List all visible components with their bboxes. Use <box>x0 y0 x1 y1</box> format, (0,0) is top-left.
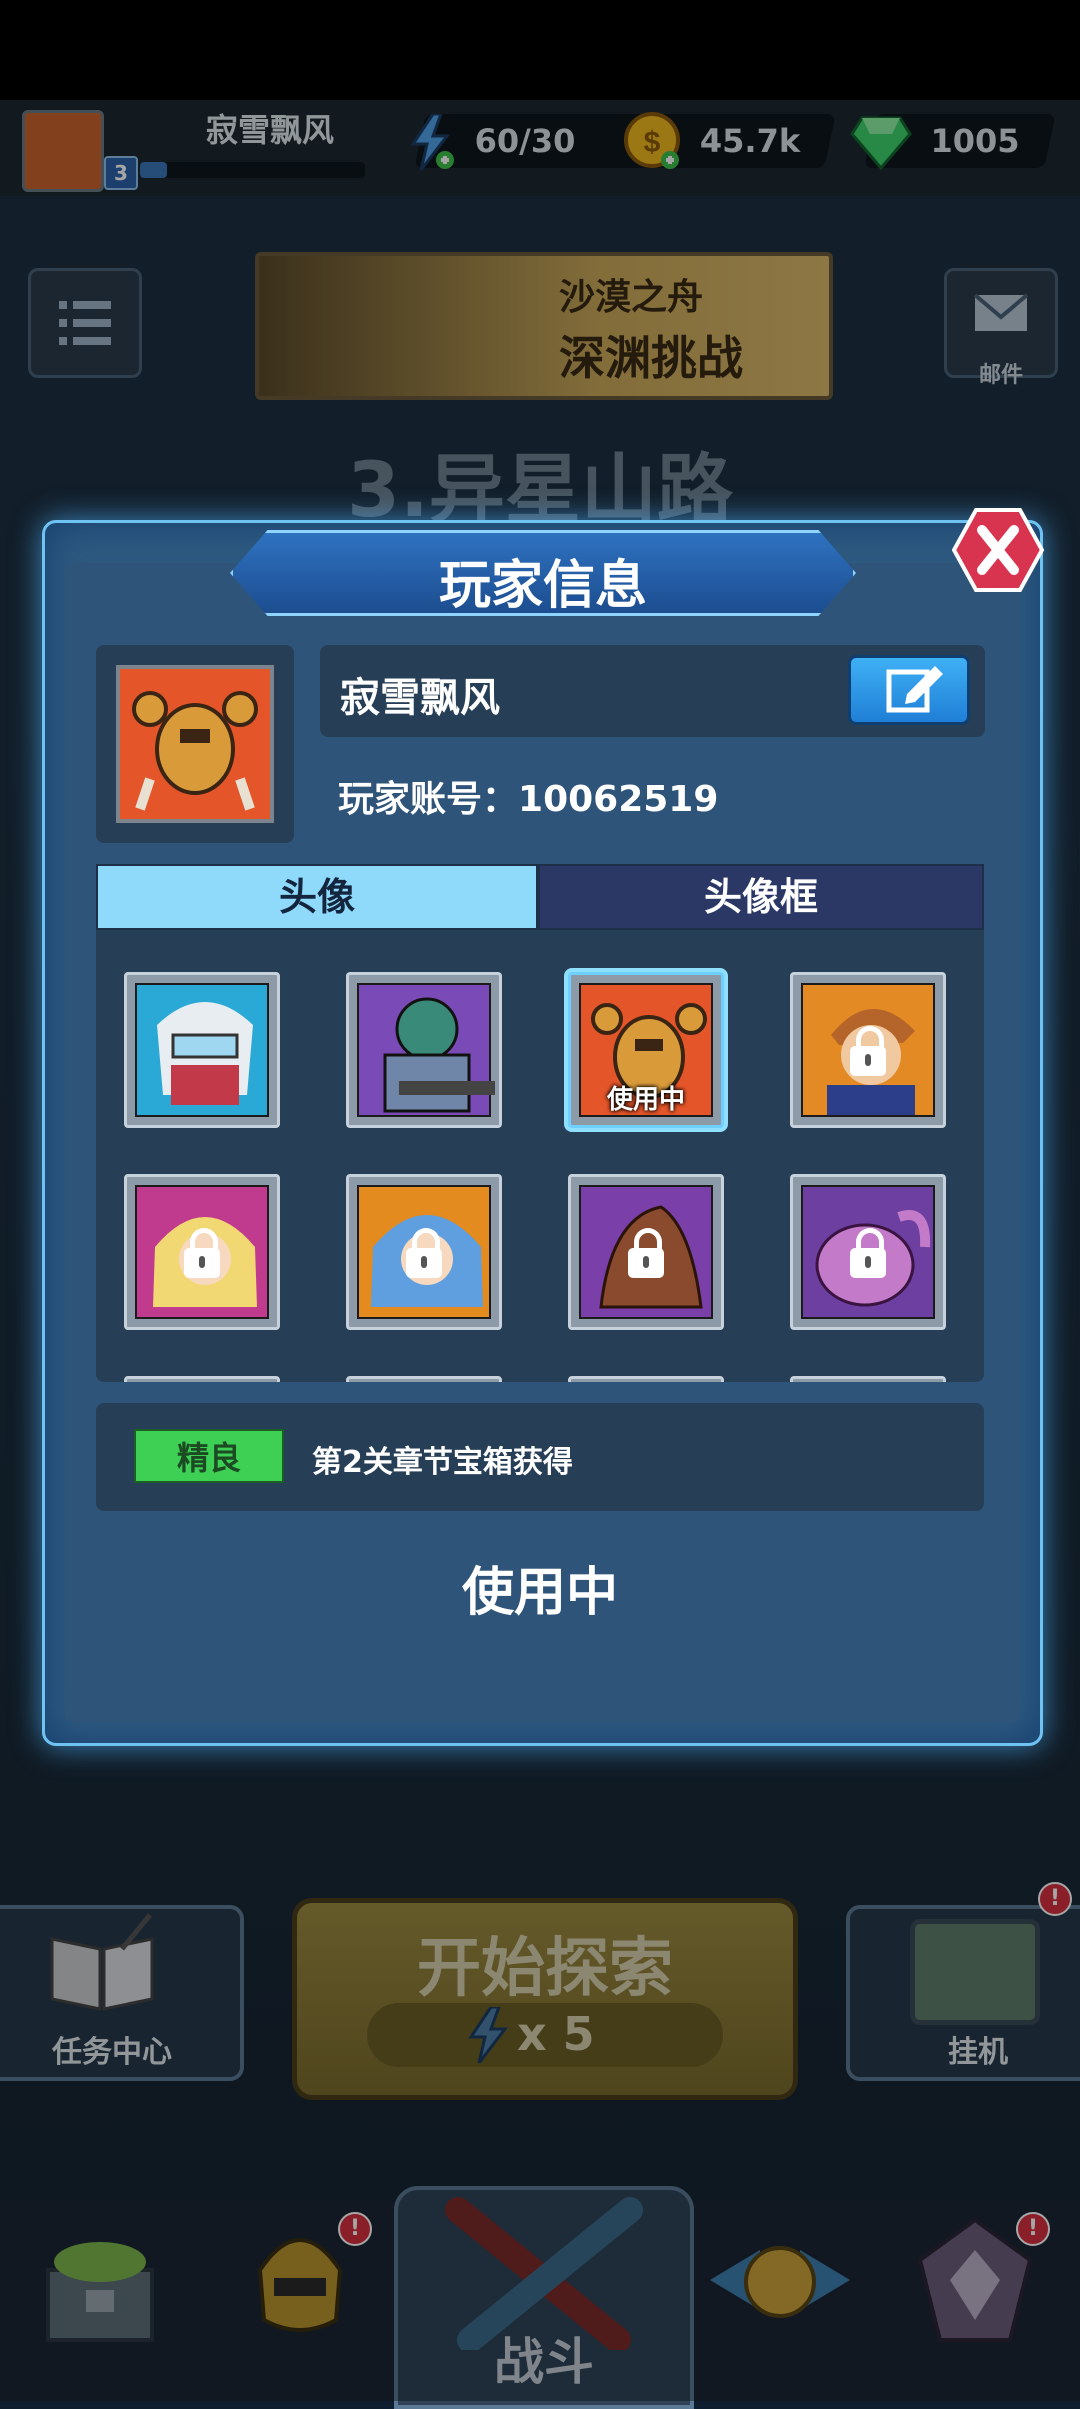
soldier-icon <box>383 997 495 1113</box>
avatar-grid: 使用中 <box>96 930 984 1382</box>
avatar-option[interactable] <box>346 972 502 1128</box>
close-button[interactable] <box>951 508 1045 592</box>
in-use-badge: 使用中 <box>606 1085 685 1115</box>
close-icon <box>951 508 1045 592</box>
avatar-option[interactable] <box>346 1376 502 1382</box>
quality-badge: 精良 <box>134 1429 284 1483</box>
visor-hero-icon <box>157 1002 253 1105</box>
avatar-description-panel: 精良 第2关章节宝箱获得 <box>96 1403 984 1511</box>
name-panel: 寂雪飘风 <box>320 645 985 737</box>
lock-icon <box>184 1228 220 1278</box>
avatar-option-locked[interactable] <box>790 1174 946 1330</box>
lock-icon <box>406 1228 442 1278</box>
lock-icon <box>628 1228 664 1278</box>
tab-avatar-label: 头像 <box>278 875 355 919</box>
modal-title: 玩家信息 <box>438 556 647 616</box>
tab-avatar-frame-label: 头像框 <box>703 875 818 919</box>
in-use-status-button[interactable]: 使用中 <box>340 1550 740 1625</box>
avatar-option[interactable] <box>568 1376 724 1382</box>
avatar-source-text: 第2关章节宝箱获得 <box>312 1445 573 1480</box>
lock-icon <box>850 1026 886 1076</box>
pencil-edit-icon <box>886 666 943 713</box>
tab-avatar[interactable]: 头像 <box>96 864 538 930</box>
avatar-option-locked[interactable] <box>568 1174 724 1330</box>
account-row: 玩家账号：10062519 <box>338 770 718 822</box>
status-bar <box>0 0 1080 100</box>
account-label: 玩家账号： <box>338 779 519 820</box>
edit-name-button[interactable] <box>848 655 970 725</box>
account-id: 10062519 <box>518 779 719 820</box>
lock-icon <box>850 1228 886 1278</box>
profile-avatar-frame <box>96 645 294 843</box>
avatar-option-in-use[interactable]: 使用中 <box>568 972 724 1128</box>
avatar-option[interactable] <box>790 1376 946 1382</box>
avatar-option[interactable] <box>124 972 280 1128</box>
avatar-option-locked[interactable] <box>124 1174 280 1330</box>
profile-avatar[interactable] <box>116 665 274 823</box>
crab-mech-icon <box>132 691 258 811</box>
modal-title-plate: 玩家信息 <box>230 530 856 616</box>
avatar-option[interactable] <box>124 1376 280 1382</box>
avatar-option-locked[interactable] <box>790 972 946 1128</box>
avatar-option-locked[interactable] <box>346 1174 502 1330</box>
tab-avatar-frame[interactable]: 头像框 <box>538 864 984 930</box>
profile-name: 寂雪飘风 <box>340 675 500 721</box>
